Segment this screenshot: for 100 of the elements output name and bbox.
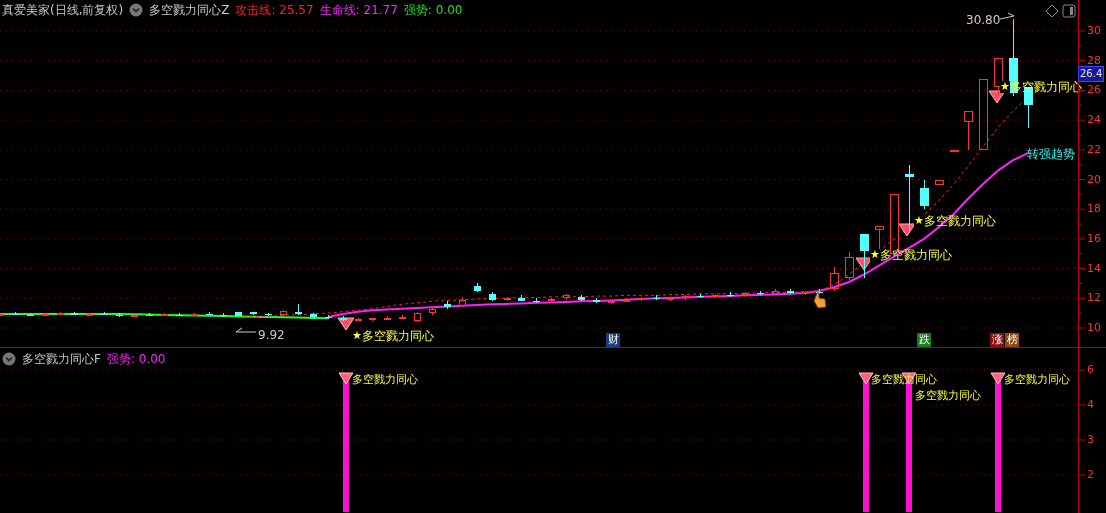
candle bbox=[712, 293, 719, 299]
candle bbox=[593, 297, 600, 304]
candle bbox=[830, 266, 839, 292]
candle bbox=[340, 315, 347, 322]
chart-title: 真爱美家(日线,前复权) bbox=[2, 2, 124, 19]
candle bbox=[757, 290, 764, 296]
candle bbox=[623, 297, 630, 303]
signal-label: 多空戮力同心 bbox=[352, 373, 418, 387]
candle bbox=[787, 288, 794, 295]
candle bbox=[802, 290, 809, 296]
signal-label: 多空戮力同心 bbox=[1004, 373, 1070, 387]
candle bbox=[608, 299, 615, 305]
gem-icon bbox=[337, 317, 355, 331]
axis-label: 26 bbox=[1087, 84, 1101, 97]
candle bbox=[206, 311, 213, 316]
axis-label: 22 bbox=[1087, 143, 1101, 156]
axis-label: 4 bbox=[1087, 399, 1094, 411]
candle bbox=[27, 312, 34, 317]
gem-icon bbox=[988, 90, 1006, 104]
candle bbox=[369, 317, 376, 322]
candle bbox=[101, 311, 108, 316]
axis-label: 16 bbox=[1087, 232, 1101, 245]
candle bbox=[548, 297, 555, 304]
candle bbox=[295, 303, 302, 316]
diamond-icon[interactable] bbox=[1045, 4, 1059, 18]
candle bbox=[429, 306, 436, 316]
axis-label: 20 bbox=[1087, 173, 1101, 186]
candle bbox=[384, 315, 391, 320]
axis-label: 10 bbox=[1087, 322, 1101, 334]
candle bbox=[489, 291, 496, 302]
axis-label: 2 bbox=[1087, 469, 1094, 481]
candle bbox=[191, 312, 198, 317]
candle bbox=[280, 309, 287, 317]
candle bbox=[220, 312, 227, 318]
candle bbox=[578, 294, 585, 302]
candle bbox=[250, 311, 257, 316]
indicator-value: 强势: 0.00 bbox=[403, 2, 463, 19]
candle bbox=[742, 291, 749, 298]
indicator-name: 多空戮力同心F bbox=[22, 351, 101, 368]
indicator-value: 攻击线: 25.57 bbox=[235, 2, 314, 19]
candle bbox=[310, 312, 317, 319]
candle bbox=[860, 233, 869, 279]
hand-cursor-icon bbox=[813, 292, 827, 309]
candle bbox=[414, 311, 421, 323]
event-marker[interactable]: 榜 bbox=[1005, 333, 1019, 347]
candle bbox=[727, 291, 734, 298]
candle bbox=[71, 311, 78, 316]
panel-icon[interactable] bbox=[1062, 4, 1076, 18]
indicator-value: 生命线: 21.77 bbox=[319, 2, 398, 19]
indicator-name: 多空戮力同心Z bbox=[149, 2, 230, 19]
candle bbox=[563, 293, 570, 301]
candle bbox=[653, 294, 660, 301]
candle bbox=[533, 297, 540, 304]
axis-label: 24 bbox=[1087, 114, 1101, 127]
candle bbox=[682, 294, 689, 301]
signal-label: 多空戮力同心 bbox=[915, 389, 981, 403]
low-price-label: 9.92 bbox=[258, 327, 285, 344]
collapse-icon[interactable] bbox=[129, 3, 144, 17]
high-pointer-line bbox=[999, 12, 1015, 20]
indicator-value: 强势: 0.00 bbox=[106, 351, 166, 368]
candle bbox=[518, 294, 525, 302]
candle bbox=[161, 312, 168, 317]
candle bbox=[399, 314, 406, 320]
signal-label: 多空戮力同心 bbox=[871, 373, 937, 387]
low-pointer-line bbox=[235, 327, 257, 333]
axis-label: 3 bbox=[1087, 434, 1094, 446]
candle bbox=[875, 225, 884, 250]
candle bbox=[638, 296, 645, 302]
trend-label: 转强趋势 bbox=[1027, 146, 1075, 163]
signal-label: 多空戮力同心 bbox=[361, 329, 434, 343]
candle bbox=[950, 149, 959, 152]
price-tag: 26.4 bbox=[1078, 66, 1105, 82]
axis-label: 18 bbox=[1087, 203, 1101, 216]
candle bbox=[444, 300, 451, 310]
axis-label: 6 bbox=[1087, 364, 1094, 376]
collapse-icon[interactable] bbox=[2, 352, 16, 366]
axis-label: 30 bbox=[1087, 25, 1101, 37]
candle bbox=[667, 296, 674, 302]
event-marker[interactable]: 财 bbox=[606, 333, 620, 347]
high-price-label: 30.80 bbox=[966, 12, 1001, 29]
candle bbox=[12, 311, 19, 316]
axis-label: 14 bbox=[1087, 262, 1101, 275]
candle bbox=[131, 313, 138, 318]
candle bbox=[845, 251, 854, 281]
candle bbox=[920, 179, 929, 210]
candle bbox=[0, 312, 4, 317]
gem-icon bbox=[898, 223, 916, 237]
candle bbox=[905, 164, 914, 232]
candle bbox=[146, 312, 153, 317]
candle bbox=[57, 311, 64, 316]
candle bbox=[325, 314, 332, 320]
gem-icon bbox=[855, 257, 873, 271]
candle bbox=[994, 57, 1003, 97]
candle bbox=[265, 312, 272, 317]
event-marker[interactable]: 涨 bbox=[990, 333, 1004, 347]
candle bbox=[42, 312, 49, 317]
event-marker[interactable]: 跌 bbox=[917, 333, 931, 347]
axis-label: 28 bbox=[1087, 54, 1101, 67]
candle bbox=[355, 317, 362, 322]
candle bbox=[935, 179, 944, 186]
